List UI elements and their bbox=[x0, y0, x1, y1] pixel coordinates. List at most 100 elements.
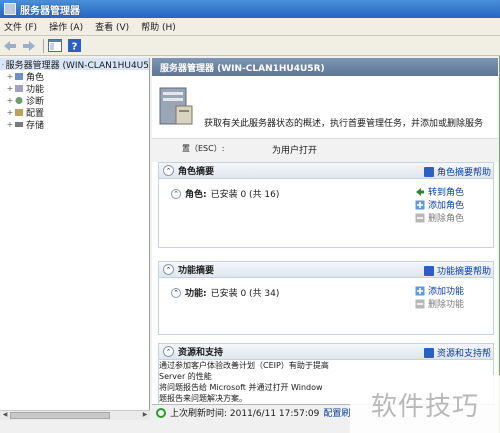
roles-status-label: 角色: bbox=[185, 190, 207, 200]
console-tree: 服务器管理器 (WIN-CLAN1HU4U5 + 角色 + 功能 + 诊断 + … bbox=[0, 58, 150, 420]
add-roles-label: 添加角色 bbox=[428, 201, 465, 211]
show-hide-console-tree-icon[interactable] bbox=[47, 38, 63, 54]
expand-icon[interactable]: + bbox=[6, 96, 14, 105]
add-icon bbox=[415, 286, 425, 295]
refresh-icon[interactable] bbox=[156, 407, 166, 418]
support-line: Server 的性能 bbox=[159, 372, 212, 381]
roles-summary-bar: ⌃ 角色摘要 角色摘要帮助 bbox=[159, 163, 493, 179]
features-status-label: 功能: bbox=[185, 289, 207, 299]
menu-view[interactable]: 查看 (V) bbox=[91, 20, 137, 33]
menu-file[interactable]: 文件 (F) bbox=[0, 20, 45, 33]
scroll-thumb[interactable] bbox=[10, 412, 110, 419]
features-icon bbox=[15, 84, 23, 92]
tree-item-diagnostics[interactable]: + 诊断 bbox=[0, 94, 149, 107]
tree-item-roles[interactable]: + 角色 bbox=[0, 70, 149, 83]
collapse-icon[interactable]: ⌃ bbox=[171, 287, 181, 298]
tree-item-server-manager[interactable]: 服务器管理器 (WIN-CLAN1HU4U5 bbox=[0, 58, 149, 71]
resources-support-bar: ⌃ 资源和支持 资源和支持帮 bbox=[159, 344, 493, 360]
toolbar-separator bbox=[43, 38, 44, 53]
roles-status-value: 已安装 0 (共 16) bbox=[210, 190, 280, 200]
support-line: 题报告来问题解决方案。 bbox=[159, 394, 247, 403]
support-help-link[interactable]: 资源和支持帮 bbox=[423, 346, 491, 359]
main-pane: 服务器管理器 (WIN-CLAN1HU4U5R) 获取有关此服务器状态的概述，执… bbox=[152, 58, 498, 420]
app-icon bbox=[4, 3, 16, 15]
support-line: 通过参加客户体验改善计划（CEIP）有助于提高 bbox=[159, 361, 329, 370]
remove-roles-label: 删除角色 bbox=[428, 214, 465, 224]
help-icon[interactable]: ? bbox=[66, 38, 82, 54]
expand-icon[interactable]: + bbox=[6, 120, 14, 129]
last-refresh-text: 上次刷新时间: 2011/6/11 17:57:09 bbox=[170, 409, 320, 419]
diagnostics-icon bbox=[15, 96, 23, 104]
remove-roles-link[interactable]: 删除角色 bbox=[415, 211, 464, 224]
features-help-link[interactable]: 功能摘要帮助 bbox=[423, 264, 491, 277]
esc-text: 为用户打开 bbox=[272, 146, 318, 156]
add-icon bbox=[415, 200, 425, 209]
server-icon bbox=[2, 63, 4, 65]
add-features-link[interactable]: 添加功能 bbox=[415, 284, 464, 297]
server-manager-window: 服务器管理器 文件 (F) 操作 (A) 查看 (V) 帮助 (H) ? 服务器… bbox=[0, 0, 500, 433]
main-pane-header: 服务器管理器 (WIN-CLAN1HU4U5R) bbox=[152, 58, 498, 76]
collapse-icon[interactable]: ⌃ bbox=[163, 264, 174, 275]
remove-icon bbox=[415, 213, 425, 222]
go-to-roles-label: 转到角色 bbox=[428, 188, 465, 198]
go-to-roles-link[interactable]: 转到角色 bbox=[415, 185, 464, 198]
support-line: 将问题报告给 Microsoft 并通过打开 Window bbox=[159, 383, 323, 392]
roles-status: ⌃ 角色: 已安装 0 (共 16) bbox=[171, 187, 279, 200]
esc-label: 置（ESC）: bbox=[182, 144, 225, 153]
help-book-icon bbox=[423, 166, 434, 177]
tree-horizontal-scrollbar[interactable]: ◀ ▶ bbox=[0, 410, 150, 420]
configuration-icon bbox=[15, 108, 23, 116]
scroll-left-icon[interactable]: ◀ bbox=[0, 411, 10, 420]
watermark: 软件技巧 bbox=[350, 375, 500, 433]
expand-icon[interactable]: + bbox=[6, 72, 14, 81]
roles-icon bbox=[15, 72, 23, 80]
window-title: 服务器管理器 bbox=[20, 5, 80, 17]
features-summary-title: 功能摘要 bbox=[178, 266, 215, 276]
intro-text: 获取有关此服务器状态的概述，执行首要管理任务，并添加或删除服务 bbox=[204, 119, 484, 129]
configure-refresh-link[interactable]: 配置刷 bbox=[323, 406, 350, 419]
menu-help[interactable]: 帮助 (H) bbox=[137, 20, 184, 33]
support-help-label: 资源和支持帮 bbox=[436, 349, 491, 359]
tree-item-label: 存储 bbox=[26, 120, 45, 131]
expand-icon[interactable]: + bbox=[6, 84, 14, 93]
tree-item-storage[interactable]: + 存储 bbox=[0, 118, 149, 131]
support-text: 通过参加客户体验改善计划（CEIP）有助于提高 Server 的性能 将问题报告… bbox=[159, 360, 355, 404]
intro-area: 获取有关此服务器状态的概述，执行首要管理任务，并添加或删除服务 置（ESC）: … bbox=[152, 76, 498, 162]
menu-action[interactable]: 操作 (A) bbox=[45, 20, 91, 33]
title-bar: 服务器管理器 bbox=[0, 0, 500, 18]
roles-summary-title: 角色摘要 bbox=[178, 167, 215, 177]
features-status-value: 已安装 0 (共 34) bbox=[210, 289, 280, 299]
roles-help-label: 角色摘要帮助 bbox=[436, 168, 491, 178]
remove-features-link[interactable]: 删除功能 bbox=[415, 297, 464, 310]
features-actions: 添加功能 删除功能 bbox=[415, 284, 464, 310]
add-features-label: 添加功能 bbox=[428, 287, 465, 297]
ceip-hint-row: 置（ESC）: 为用户打开 bbox=[152, 138, 498, 162]
features-help-label: 功能摘要帮助 bbox=[436, 267, 491, 277]
roles-actions: 转到角色 添加角色 删除角色 bbox=[415, 185, 464, 224]
remove-icon bbox=[415, 299, 425, 308]
collapse-icon[interactable]: ⌃ bbox=[171, 188, 181, 199]
help-book-icon bbox=[423, 347, 434, 358]
tree-item-configuration[interactable]: + 配置 bbox=[0, 106, 149, 119]
expand-icon[interactable]: + bbox=[6, 108, 14, 117]
features-summary-bar: ⌃ 功能摘要 功能摘要帮助 bbox=[159, 262, 493, 278]
add-roles-link[interactable]: 添加角色 bbox=[415, 198, 464, 211]
roles-summary-section: ⌃ 角色摘要 角色摘要帮助 ⌃ 角色: 已安装 0 (共 16) 转到角色 添加… bbox=[158, 162, 494, 248]
server-graphic-icon bbox=[159, 87, 193, 125]
back-arrow-icon[interactable] bbox=[2, 38, 18, 54]
features-summary-section: ⌃ 功能摘要 功能摘要帮助 ⌃ 功能: 已安装 0 (共 34) 添加功能 删除… bbox=[158, 261, 494, 335]
tree-item-features[interactable]: + 功能 bbox=[0, 82, 149, 95]
features-status: ⌃ 功能: 已安装 0 (共 34) bbox=[171, 286, 279, 299]
svg-text:?: ? bbox=[71, 42, 77, 53]
remove-features-label: 删除功能 bbox=[428, 300, 465, 310]
roles-help-link[interactable]: 角色摘要帮助 bbox=[423, 165, 491, 178]
resources-support-title: 资源和支持 bbox=[178, 348, 224, 358]
help-book-icon bbox=[423, 265, 434, 276]
collapse-icon[interactable]: ⌃ bbox=[163, 165, 174, 176]
forward-arrow-icon[interactable] bbox=[21, 38, 37, 54]
menu-bar: 文件 (F) 操作 (A) 查看 (V) 帮助 (H) bbox=[0, 18, 500, 36]
collapse-icon[interactable]: ⌃ bbox=[163, 346, 174, 357]
toolbar: ? bbox=[0, 36, 500, 56]
go-to-icon bbox=[416, 187, 424, 196]
scroll-right-icon[interactable]: ▶ bbox=[140, 411, 150, 420]
